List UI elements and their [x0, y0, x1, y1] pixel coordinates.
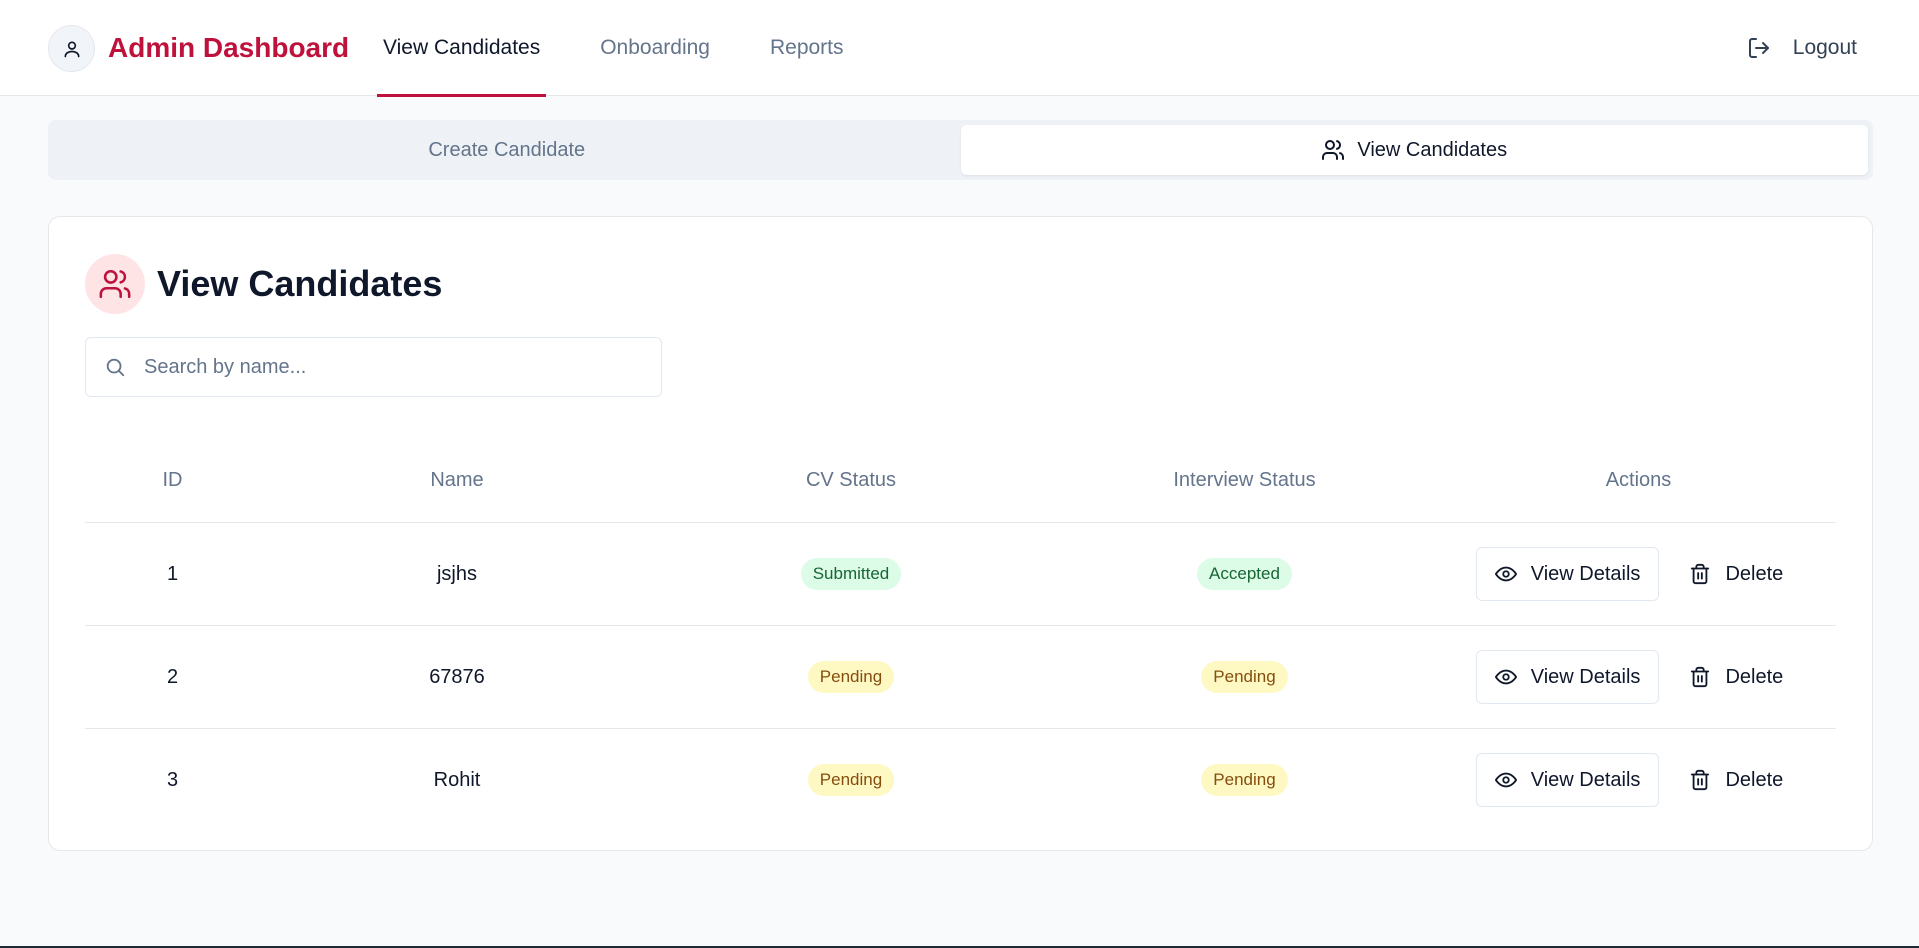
tab-view-candidates[interactable]: View Candidates	[960, 125, 1868, 175]
column-header-name: Name	[430, 469, 484, 491]
interview-status-badge: Pending	[1201, 764, 1288, 796]
search-input[interactable]	[142, 354, 626, 380]
user-avatar[interactable]	[48, 25, 95, 72]
logout-button[interactable]: Logout	[1747, 30, 1857, 66]
search-box	[85, 337, 662, 397]
column-header-actions-label: Actions	[1605, 469, 1672, 491]
cell-name: Rohit	[433, 768, 481, 791]
nav-tab-reports[interactable]: Reports	[764, 0, 850, 96]
logout-label: Logout	[1792, 36, 1857, 59]
view-details-label: View Details	[1530, 562, 1641, 585]
nav-tab-label: Onboarding	[600, 36, 710, 59]
main-nav: View Candidates Onboarding Reports	[377, 0, 898, 97]
users-icon	[1322, 140, 1345, 160]
candidates-card: View Candidates ID Name CV Status Interv…	[48, 216, 1873, 851]
cv-status-badge: Submitted	[800, 558, 902, 590]
top-navbar: Admin Dashboard View Candidates Onboardi…	[0, 0, 1919, 97]
tab-create-candidate[interactable]: Create Candidate	[53, 125, 961, 175]
column-header-cv-status: CV Status	[805, 469, 897, 491]
delete-button[interactable]: Delete	[1671, 753, 1801, 807]
tab-label: Create Candidate	[428, 138, 586, 161]
eye-icon	[1494, 566, 1517, 582]
view-details-button[interactable]: View Details	[1475, 753, 1660, 807]
card-icon-badge	[85, 254, 145, 314]
table-row: 1 jsjhs Submitted Accepted View Details …	[85, 523, 1836, 626]
logout-icon	[1748, 38, 1769, 58]
trash-icon	[1691, 666, 1710, 688]
candidate-tabs: Create Candidate View Candidates	[48, 120, 1873, 180]
row-actions: View Details Delete	[1441, 650, 1836, 704]
row-actions: View Details Delete	[1441, 753, 1836, 807]
delete-label: Delete	[1725, 768, 1784, 791]
view-details-label: View Details	[1530, 768, 1641, 791]
view-details-button[interactable]: View Details	[1475, 547, 1660, 601]
delete-button[interactable]: Delete	[1671, 650, 1801, 704]
cv-status-badge: Pending	[807, 764, 895, 796]
cell-id: 2	[166, 665, 179, 688]
trash-icon	[1691, 769, 1710, 791]
tab-label: View Candidates	[1357, 138, 1508, 161]
cell-name: jsjhs	[436, 562, 477, 585]
column-header-actions: Actions	[1441, 469, 1836, 492]
interview-status-badge: Pending	[1201, 661, 1288, 693]
row-actions: View Details Delete	[1441, 547, 1836, 601]
page-title: View Candidates	[157, 263, 443, 304]
cv-status-badge: Pending	[807, 661, 895, 693]
cell-name: 67876	[429, 665, 485, 688]
nav-tab-view-candidates[interactable]: View Candidates	[377, 0, 547, 97]
trash-icon	[1691, 563, 1710, 585]
column-header-id: ID	[162, 469, 183, 491]
table-row: 3 Rohit Pending Pending View Details Del…	[85, 729, 1836, 831]
view-details-label: View Details	[1530, 665, 1641, 688]
column-header-interview-status: Interview Status	[1173, 469, 1316, 491]
interview-status-badge: Accepted	[1197, 558, 1292, 590]
cell-id: 3	[166, 768, 179, 791]
view-details-button[interactable]: View Details	[1475, 650, 1660, 704]
cell-id: 1	[166, 562, 179, 585]
user-icon	[63, 41, 79, 57]
candidates-table: ID Name CV Status Interview Status Actio…	[85, 439, 1836, 831]
delete-button[interactable]: Delete	[1671, 547, 1801, 601]
nav-tab-label: Reports	[769, 36, 844, 59]
delete-label: Delete	[1725, 562, 1784, 585]
nav-tab-onboarding[interactable]: Onboarding	[594, 0, 716, 96]
brand-title: Admin Dashboard	[108, 32, 350, 63]
search-icon	[106, 358, 125, 377]
users-icon	[99, 269, 131, 299]
nav-tab-label: View Candidates	[383, 36, 541, 59]
table-row: 2 67876 Pending Pending View Details Del…	[85, 626, 1836, 729]
eye-icon	[1494, 669, 1517, 685]
eye-icon	[1494, 772, 1517, 788]
delete-label: Delete	[1725, 665, 1784, 688]
table-header: ID Name CV Status Interview Status Actio…	[85, 439, 1836, 523]
